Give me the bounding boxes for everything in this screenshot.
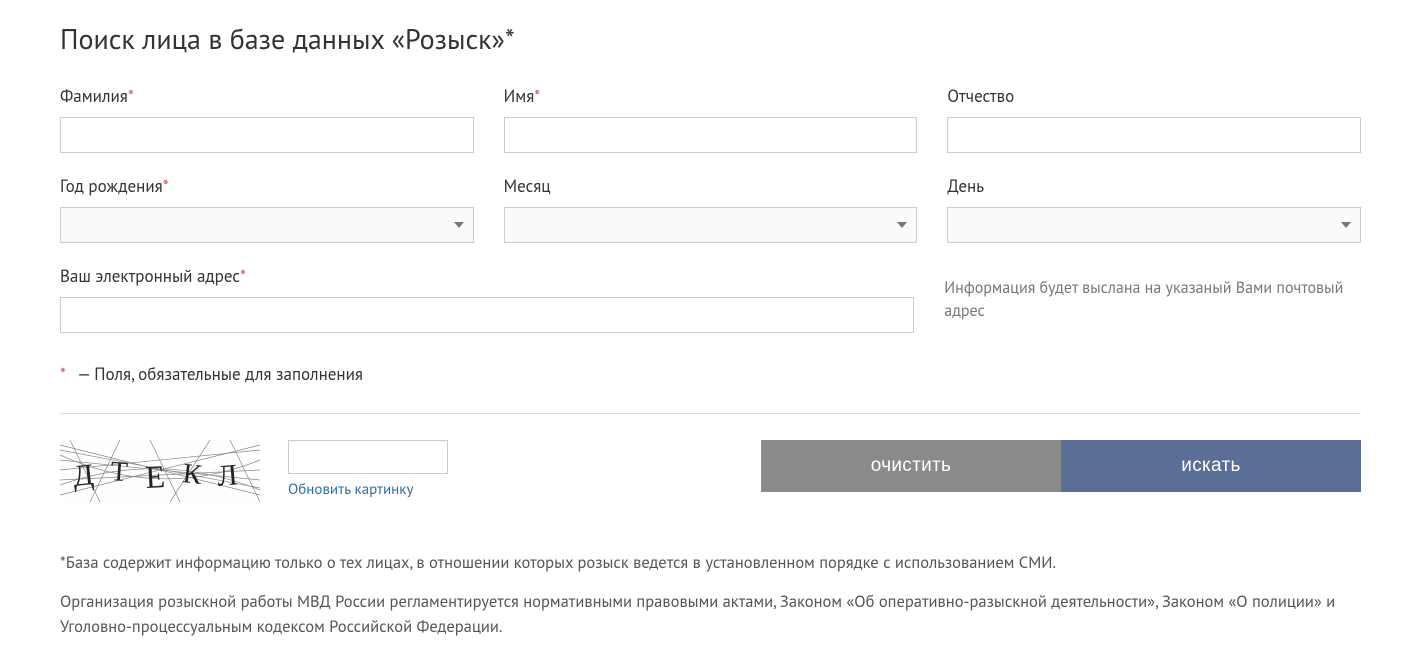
- label-email: Ваш электронный адрес*: [60, 265, 914, 287]
- birth-year-select[interactable]: [60, 207, 474, 243]
- divider: [60, 413, 1361, 414]
- row-name: Фамилия* Имя* Отчество: [60, 85, 1361, 153]
- day-select[interactable]: [947, 207, 1361, 243]
- patronymic-input[interactable]: [947, 117, 1361, 153]
- surname-input[interactable]: [60, 117, 474, 153]
- captcha-input[interactable]: [288, 440, 448, 474]
- name-input[interactable]: [504, 117, 918, 153]
- captcha-row: Д Т Е К Л Обновить картинку очистить иск…: [60, 440, 1361, 502]
- required-mark: *: [128, 85, 134, 107]
- label-month: Месяц: [504, 175, 918, 197]
- captcha-image: Д Т Е К Л: [60, 440, 260, 502]
- required-mark: *: [163, 175, 169, 197]
- label-surname: Фамилия*: [60, 85, 474, 107]
- footnote-1: *База содержит информацию только о тех л…: [60, 550, 1361, 575]
- clear-button[interactable]: очистить: [761, 440, 1061, 492]
- label-day: День: [947, 175, 1361, 197]
- svg-text:Д: Д: [71, 458, 95, 493]
- page-title: Поиск лица в базе данных «Розыск»*: [60, 20, 1361, 57]
- label-name: Имя*: [504, 85, 918, 107]
- row-birth: Год рождения* Месяц День: [60, 175, 1361, 243]
- required-mark: *: [240, 265, 246, 287]
- svg-text:К: К: [181, 458, 203, 491]
- label-birth-year: Год рождения*: [60, 175, 474, 197]
- search-button[interactable]: искать: [1061, 440, 1361, 492]
- email-info-text: Информация будет выслана на указаный Вам…: [944, 277, 1361, 323]
- svg-text:Е: Е: [144, 458, 165, 495]
- refresh-captcha-link[interactable]: Обновить картинку: [288, 480, 448, 499]
- svg-text:Т: Т: [110, 456, 129, 488]
- required-fields-note: * — Поля, обязательные для заполнения: [60, 363, 1361, 385]
- footnote-2: Организация розыскной работы МВД России …: [60, 589, 1361, 639]
- svg-text:Л: Л: [216, 458, 239, 493]
- label-patronymic: Отчество: [947, 85, 1361, 107]
- footnotes: *База содержит информацию только о тех л…: [60, 550, 1361, 638]
- row-email: Ваш электронный адрес* Информация будет …: [60, 265, 1361, 333]
- month-select[interactable]: [504, 207, 918, 243]
- email-input[interactable]: [60, 297, 914, 333]
- required-mark: *: [534, 85, 540, 107]
